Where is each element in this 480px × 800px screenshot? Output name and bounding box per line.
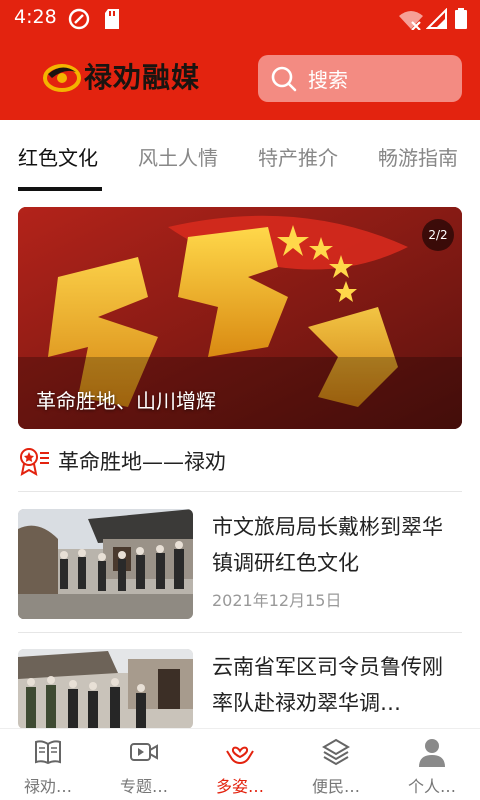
person-icon: [419, 739, 445, 767]
active-tab-indicator: [18, 187, 102, 191]
tab-red-culture[interactable]: 红色文化: [18, 142, 98, 171]
category-tabs: 红色文化 风土人情 特产推介 畅游指南: [0, 120, 480, 192]
nav-label: 多姿…: [215, 777, 264, 796]
search-input[interactable]: 搜索: [258, 55, 462, 102]
news-title: 市文旅局局长戴彬到翠华镇调研红色文化: [212, 515, 443, 575]
heart-hands-icon: [226, 746, 254, 765]
battery-icon: [455, 8, 467, 29]
search-icon: [271, 66, 297, 91]
logo-text: 禄劝融媒: [84, 61, 201, 94]
section-header: 革命胜地——禄劝: [18, 444, 226, 478]
banner-carousel[interactable]: 革命胜地、山川增辉 2/2: [18, 207, 462, 429]
award-badge-icon: [20, 448, 49, 476]
nav-label: 便民…: [311, 777, 360, 796]
news-date: 2021年12月15日: [212, 591, 342, 610]
signal-icon: [426, 8, 447, 29]
news-title: 云南省军区司令员鲁传刚率队赴禄劝翠华调…: [212, 655, 443, 715]
wifi-off-icon: [399, 11, 423, 30]
nav-item-services[interactable]: 便民…: [288, 729, 384, 800]
banner-caption: 革命胜地、山川增辉: [36, 389, 216, 413]
banner-page-counter: 2/2: [422, 219, 454, 251]
tab-local-customs[interactable]: 风土人情: [138, 142, 218, 171]
book-icon: [35, 740, 61, 765]
tab-travel-guide[interactable]: 畅游指南: [378, 142, 458, 171]
search-placeholder: 搜索: [308, 68, 348, 92]
nav-item-topics[interactable]: 专题…: [96, 729, 192, 800]
layers-icon: [322, 738, 350, 766]
bottom-navigation: 禄劝… 专题… 多姿… 便民… 个人…: [0, 728, 480, 800]
nav-item-lquan[interactable]: 禄劝…: [0, 729, 96, 800]
logo-emblem-icon: [43, 64, 81, 92]
status-time: 4:28: [14, 6, 57, 28]
nav-item-colorful[interactable]: 多姿…: [192, 729, 288, 800]
news-thumbnail: [18, 509, 193, 619]
tab-specialties[interactable]: 特产推介: [258, 142, 338, 171]
app-header: 4:28 禄劝融媒 搜索: [0, 0, 480, 120]
news-thumbnail: [18, 649, 193, 729]
divider: [18, 491, 462, 492]
app-logo[interactable]: 禄劝融媒: [42, 54, 200, 98]
nav-label: 禄劝…: [23, 777, 72, 796]
sd-card-icon: [105, 9, 119, 29]
section-title: 革命胜地——禄劝: [58, 450, 226, 474]
news-item[interactable]: 市文旅局局长戴彬到翠华镇调研红色文化 2021年12月15日: [18, 509, 462, 619]
video-icon: [130, 743, 158, 761]
status-bar: 4:28: [0, 0, 480, 36]
nav-label: 专题…: [119, 777, 168, 796]
nav-label: 个人…: [407, 777, 456, 796]
do-not-disturb-icon: [68, 8, 90, 30]
divider: [18, 632, 462, 633]
nav-item-profile[interactable]: 个人…: [384, 729, 480, 800]
